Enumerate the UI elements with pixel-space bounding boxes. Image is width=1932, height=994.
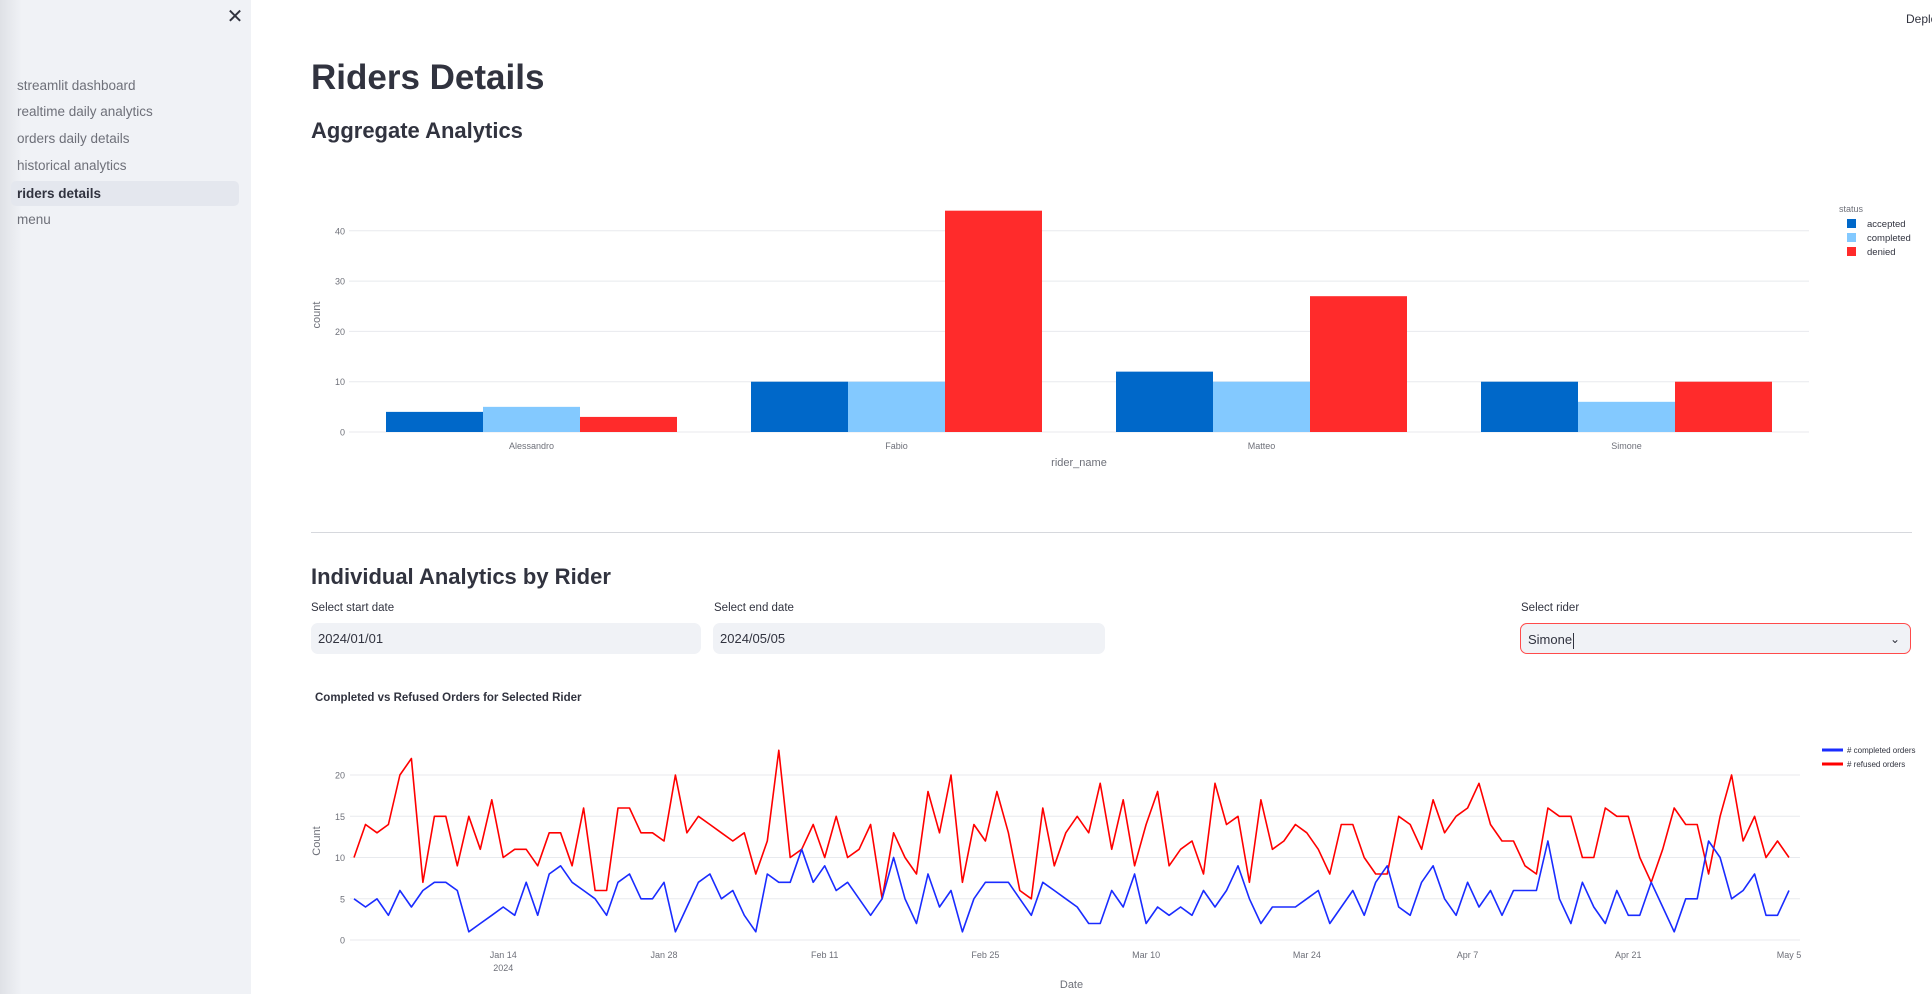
close-sidebar-button[interactable]: ✕ — [224, 6, 246, 28]
y-tick-label: 40 — [335, 226, 345, 236]
sidebar-item-riders-details[interactable]: riders details — [11, 181, 239, 206]
sidebar-item-streamlit-dashboard[interactable]: streamlit dashboard — [11, 73, 239, 98]
series-line--refused-orders — [353, 749, 1790, 900]
start-date-input[interactable]: 2024/01/01 — [311, 623, 701, 654]
deploy-button[interactable]: Deploy — [1906, 12, 1932, 26]
bar-denied — [1675, 381, 1772, 432]
x-tick-label: Jan 28 — [650, 950, 677, 960]
y-tick-label: 0 — [340, 936, 345, 946]
x-tick-label: Feb 25 — [971, 950, 999, 960]
bar-completed — [483, 406, 580, 432]
y-tick-label: 10 — [335, 853, 345, 863]
start-date-label: Select start date — [311, 602, 395, 614]
series-line--completed-orders — [353, 840, 1790, 933]
page-title: Riders Details — [311, 58, 545, 97]
y-tick-label: 10 — [335, 377, 345, 387]
chevron-down-icon: ⌄ — [1889, 632, 1900, 646]
rider-line-chart: 0 5 10 15 20 Jan 14 2024 Jan 28 Feb 11 Feb 25 Mar … — [311, 746, 1915, 991]
bar-completed — [1213, 381, 1310, 432]
x-tick-label: Matteo — [1248, 441, 1276, 451]
legend-label: # refused orders — [1847, 760, 1905, 769]
x-tick-label: Apr 21 — [1615, 950, 1642, 960]
close-icon: ✕ — [226, 6, 244, 28]
x-tick-label: May 5 — [1777, 950, 1802, 960]
x-tick-label: Alessandro — [509, 441, 554, 451]
text-cursor — [1573, 632, 1575, 649]
bar-completed — [1578, 401, 1675, 432]
legend-label: # completed orders — [1847, 746, 1915, 755]
y-tick-label: 5 — [340, 894, 345, 904]
end-date-input[interactable]: 2024/05/05 — [713, 623, 1105, 654]
aggregate-heading: Aggregate Analytics — [311, 118, 523, 143]
sidebar-item-historical-analytics[interactable]: historical analytics — [11, 153, 239, 178]
x-tick-label: Mar 24 — [1293, 950, 1321, 960]
legend-label: accepted — [1867, 219, 1906, 230]
legend-swatch-accepted — [1847, 219, 1856, 228]
x-tick-label: Fabio — [885, 441, 908, 451]
sidebar-item-menu[interactable]: menu — [11, 207, 239, 232]
y-tick-label: 0 — [340, 428, 345, 438]
divider — [311, 532, 1912, 533]
x-axis-title: Date — [1060, 979, 1083, 991]
y-tick-label: 20 — [335, 771, 345, 781]
bar-accepted — [386, 411, 483, 432]
legend-label: denied — [1867, 247, 1896, 258]
y-tick-label: 30 — [335, 277, 345, 287]
y-tick-label: 20 — [335, 327, 345, 337]
bar-completed — [848, 381, 945, 432]
legend-swatch-completed — [1847, 233, 1856, 242]
bar-accepted — [1481, 381, 1578, 432]
bar-denied — [580, 416, 677, 432]
x-tick-label: Simone — [1611, 441, 1642, 451]
sidebar: ✕ streamlit dashboard realtime daily ana… — [0, 0, 251, 994]
y-axis-title: Count — [311, 826, 323, 855]
bar-denied — [1310, 296, 1407, 432]
x-tick-sublabel: 2024 — [493, 963, 513, 973]
individual-heading: Individual Analytics by Rider — [311, 564, 611, 589]
sidebar-item-orders-daily-details[interactable]: orders daily details — [11, 126, 239, 151]
line-chart-title: Completed vs Refused Orders for Selected… — [315, 692, 582, 704]
rider-select-value: Simone — [1528, 632, 1573, 647]
x-tick-label: Jan 14 — [490, 950, 517, 960]
aggregate-bar-chart: 0 10 20 30 40 Alessandro Fabio Matteo Simone ride… — [311, 204, 1911, 469]
x-tick-label: Apr 7 — [1457, 950, 1479, 960]
x-tick-label: Mar 10 — [1132, 950, 1160, 960]
rider-select[interactable]: Simone ⌄ — [1520, 623, 1911, 654]
y-axis-title: count — [311, 302, 323, 329]
y-tick-label: 15 — [335, 812, 345, 822]
legend-swatch-denied — [1847, 247, 1856, 256]
bar-accepted — [751, 381, 848, 432]
legend-title: status — [1839, 204, 1864, 214]
x-tick-label: Feb 11 — [811, 950, 838, 960]
rider-select-label: Select rider — [1521, 602, 1580, 614]
bar-denied — [945, 210, 1042, 432]
legend-label: completed — [1867, 233, 1911, 244]
x-axis-title: rider_name — [1051, 457, 1107, 469]
bar-accepted — [1116, 371, 1213, 432]
sidebar-item-realtime-daily-analytics[interactable]: realtime daily analytics — [11, 99, 239, 124]
end-date-label: Select end date — [714, 602, 794, 614]
